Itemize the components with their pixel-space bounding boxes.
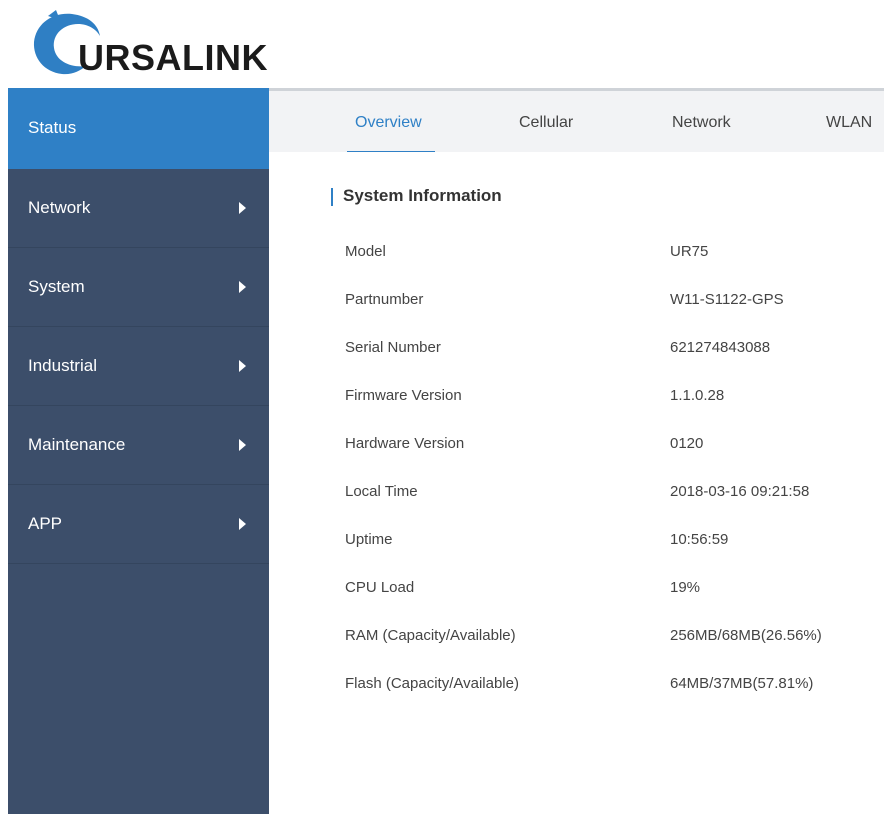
tab-cellular[interactable]: Cellular (519, 114, 573, 132)
tab-network[interactable]: Network (672, 114, 731, 132)
sidebar-item-label: Maintenance (28, 435, 126, 454)
sidebar-item-industrial[interactable]: Industrial (8, 327, 269, 406)
logo-text: URSALINK (78, 37, 268, 78)
caret-right-icon (239, 281, 246, 293)
caret-right-icon (239, 518, 246, 530)
info-value: 19% (670, 579, 701, 596)
tab-wlan[interactable]: WLAN (826, 114, 872, 132)
info-row: Firmware Version 1.1.0.28 (345, 387, 865, 411)
info-row: Partnumber W11-S1122-GPS (345, 291, 865, 315)
info-key: Firmware Version (345, 387, 462, 404)
sidebar-item-label: Status (28, 118, 77, 137)
info-row: CPU Load 19% (345, 579, 865, 603)
main-content: System Information Model UR75 Partnumber… (269, 152, 884, 814)
info-row: Serial Number 621274843088 (345, 339, 865, 363)
sidebar-item-app[interactable]: APP (8, 485, 269, 564)
info-row: Model UR75 (345, 243, 865, 267)
sidebar-item-network[interactable]: Network (8, 169, 269, 248)
section-title: System Information (343, 186, 502, 205)
tab-bar: Overview Cellular Network WLAN (269, 88, 884, 153)
sidebar-item-label: Network (28, 198, 91, 217)
info-value: 256MB/68MB(26.56%) (670, 627, 822, 644)
info-row: Hardware Version 0120 (345, 435, 865, 459)
header: URSALINK (0, 0, 884, 88)
sidebar-item-system[interactable]: System (8, 248, 269, 327)
info-value: 2018-03-16 09:21:58 (670, 483, 810, 500)
info-key: Local Time (345, 483, 418, 500)
info-key: RAM (Capacity/Available) (345, 627, 516, 644)
tab-overview[interactable]: Overview (355, 114, 422, 132)
info-key: CPU Load (345, 579, 415, 596)
caret-right-icon (239, 360, 246, 372)
info-key: Hardware Version (345, 435, 465, 452)
info-value: 621274843088 (670, 339, 771, 356)
sidebar-item-maintenance[interactable]: Maintenance (8, 406, 269, 485)
info-row: Flash (Capacity/Available) 64MB/37MB(57.… (345, 675, 865, 699)
sidebar-item-label: Industrial (28, 356, 97, 375)
info-key: Serial Number (345, 339, 441, 356)
info-value: 0120 (670, 435, 704, 452)
info-key: Partnumber (345, 291, 424, 308)
info-value: 10:56:59 (670, 531, 729, 548)
sidebar-item-label: System (28, 277, 85, 296)
ursalink-logo[interactable]: URSALINK (26, 8, 286, 78)
info-key: Uptime (345, 531, 393, 548)
sidebar: Status Network System Industrial Mainten… (8, 88, 269, 814)
info-key: Model (345, 243, 386, 260)
sidebar-item-label: APP (28, 514, 63, 533)
info-row: Uptime 10:56:59 (345, 531, 865, 555)
section-accent-bar (331, 188, 333, 206)
sidebar-item-status[interactable]: Status (8, 88, 269, 169)
info-row: Local Time 2018-03-16 09:21:58 (345, 483, 865, 507)
info-value: UR75 (670, 243, 709, 260)
info-key: Flash (Capacity/Available) (345, 675, 519, 692)
caret-right-icon (239, 439, 246, 451)
info-row: RAM (Capacity/Available) 256MB/68MB(26.5… (345, 627, 865, 651)
info-value: 64MB/37MB(57.81%) (670, 675, 814, 692)
info-value: W11-S1122-GPS (670, 291, 784, 308)
caret-right-icon (239, 202, 246, 214)
info-value: 1.1.0.28 (670, 387, 725, 404)
